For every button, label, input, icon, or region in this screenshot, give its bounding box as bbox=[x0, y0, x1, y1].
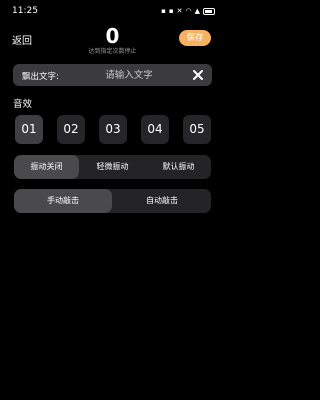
float-text-row: 飘出文字: bbox=[13, 64, 212, 86]
sound-effect-option[interactable]: 01 bbox=[15, 115, 43, 144]
status-icons: ▪ ▪ ✕ ◠ ▲ bbox=[161, 6, 215, 16]
battery-icon bbox=[203, 7, 215, 15]
float-text-input[interactable] bbox=[75, 67, 183, 83]
save-button[interactable]: 保存 bbox=[179, 30, 211, 46]
vibration-off-option[interactable]: 振动关闭 bbox=[14, 155, 79, 179]
counter-subtitle: 达到指定次数停止 bbox=[88, 48, 137, 55]
float-text-label: 飘出文字: bbox=[22, 72, 59, 82]
auto-tap-option[interactable]: 自动敲击 bbox=[113, 189, 211, 213]
sound-effect-option[interactable]: 05 bbox=[183, 115, 211, 144]
notification-icon: ▪ bbox=[168, 7, 174, 15]
close-icon[interactable] bbox=[192, 69, 204, 81]
notification-icon: ▪ bbox=[161, 7, 166, 15]
sound-effect-option[interactable]: 04 bbox=[141, 115, 169, 144]
mute-icon: ✕ bbox=[176, 7, 183, 15]
sound-effect-title: 音效 bbox=[13, 99, 33, 110]
status-bar: 11:25 ▪ ▪ ✕ ◠ ▲ bbox=[0, 0, 225, 22]
manual-tap-option[interactable]: 手动敲击 bbox=[14, 189, 112, 213]
vibration-default-option[interactable]: 默认振动 bbox=[146, 155, 211, 179]
wifi-icon: ◠ bbox=[185, 7, 192, 15]
status-time: 11:25 bbox=[12, 6, 38, 16]
vibration-selector: 振动关闭 轻微振动 默认振动 bbox=[14, 155, 211, 179]
vibration-light-option[interactable]: 轻微振动 bbox=[80, 155, 145, 179]
sound-effect-option[interactable]: 03 bbox=[99, 115, 127, 144]
signal-icon: ▲ bbox=[194, 7, 200, 15]
sound-effect-list: 01 02 03 04 05 bbox=[13, 115, 213, 145]
tap-mode-selector: 手动敲击 自动敲击 bbox=[14, 189, 211, 213]
sound-effect-option[interactable]: 02 bbox=[57, 115, 85, 144]
